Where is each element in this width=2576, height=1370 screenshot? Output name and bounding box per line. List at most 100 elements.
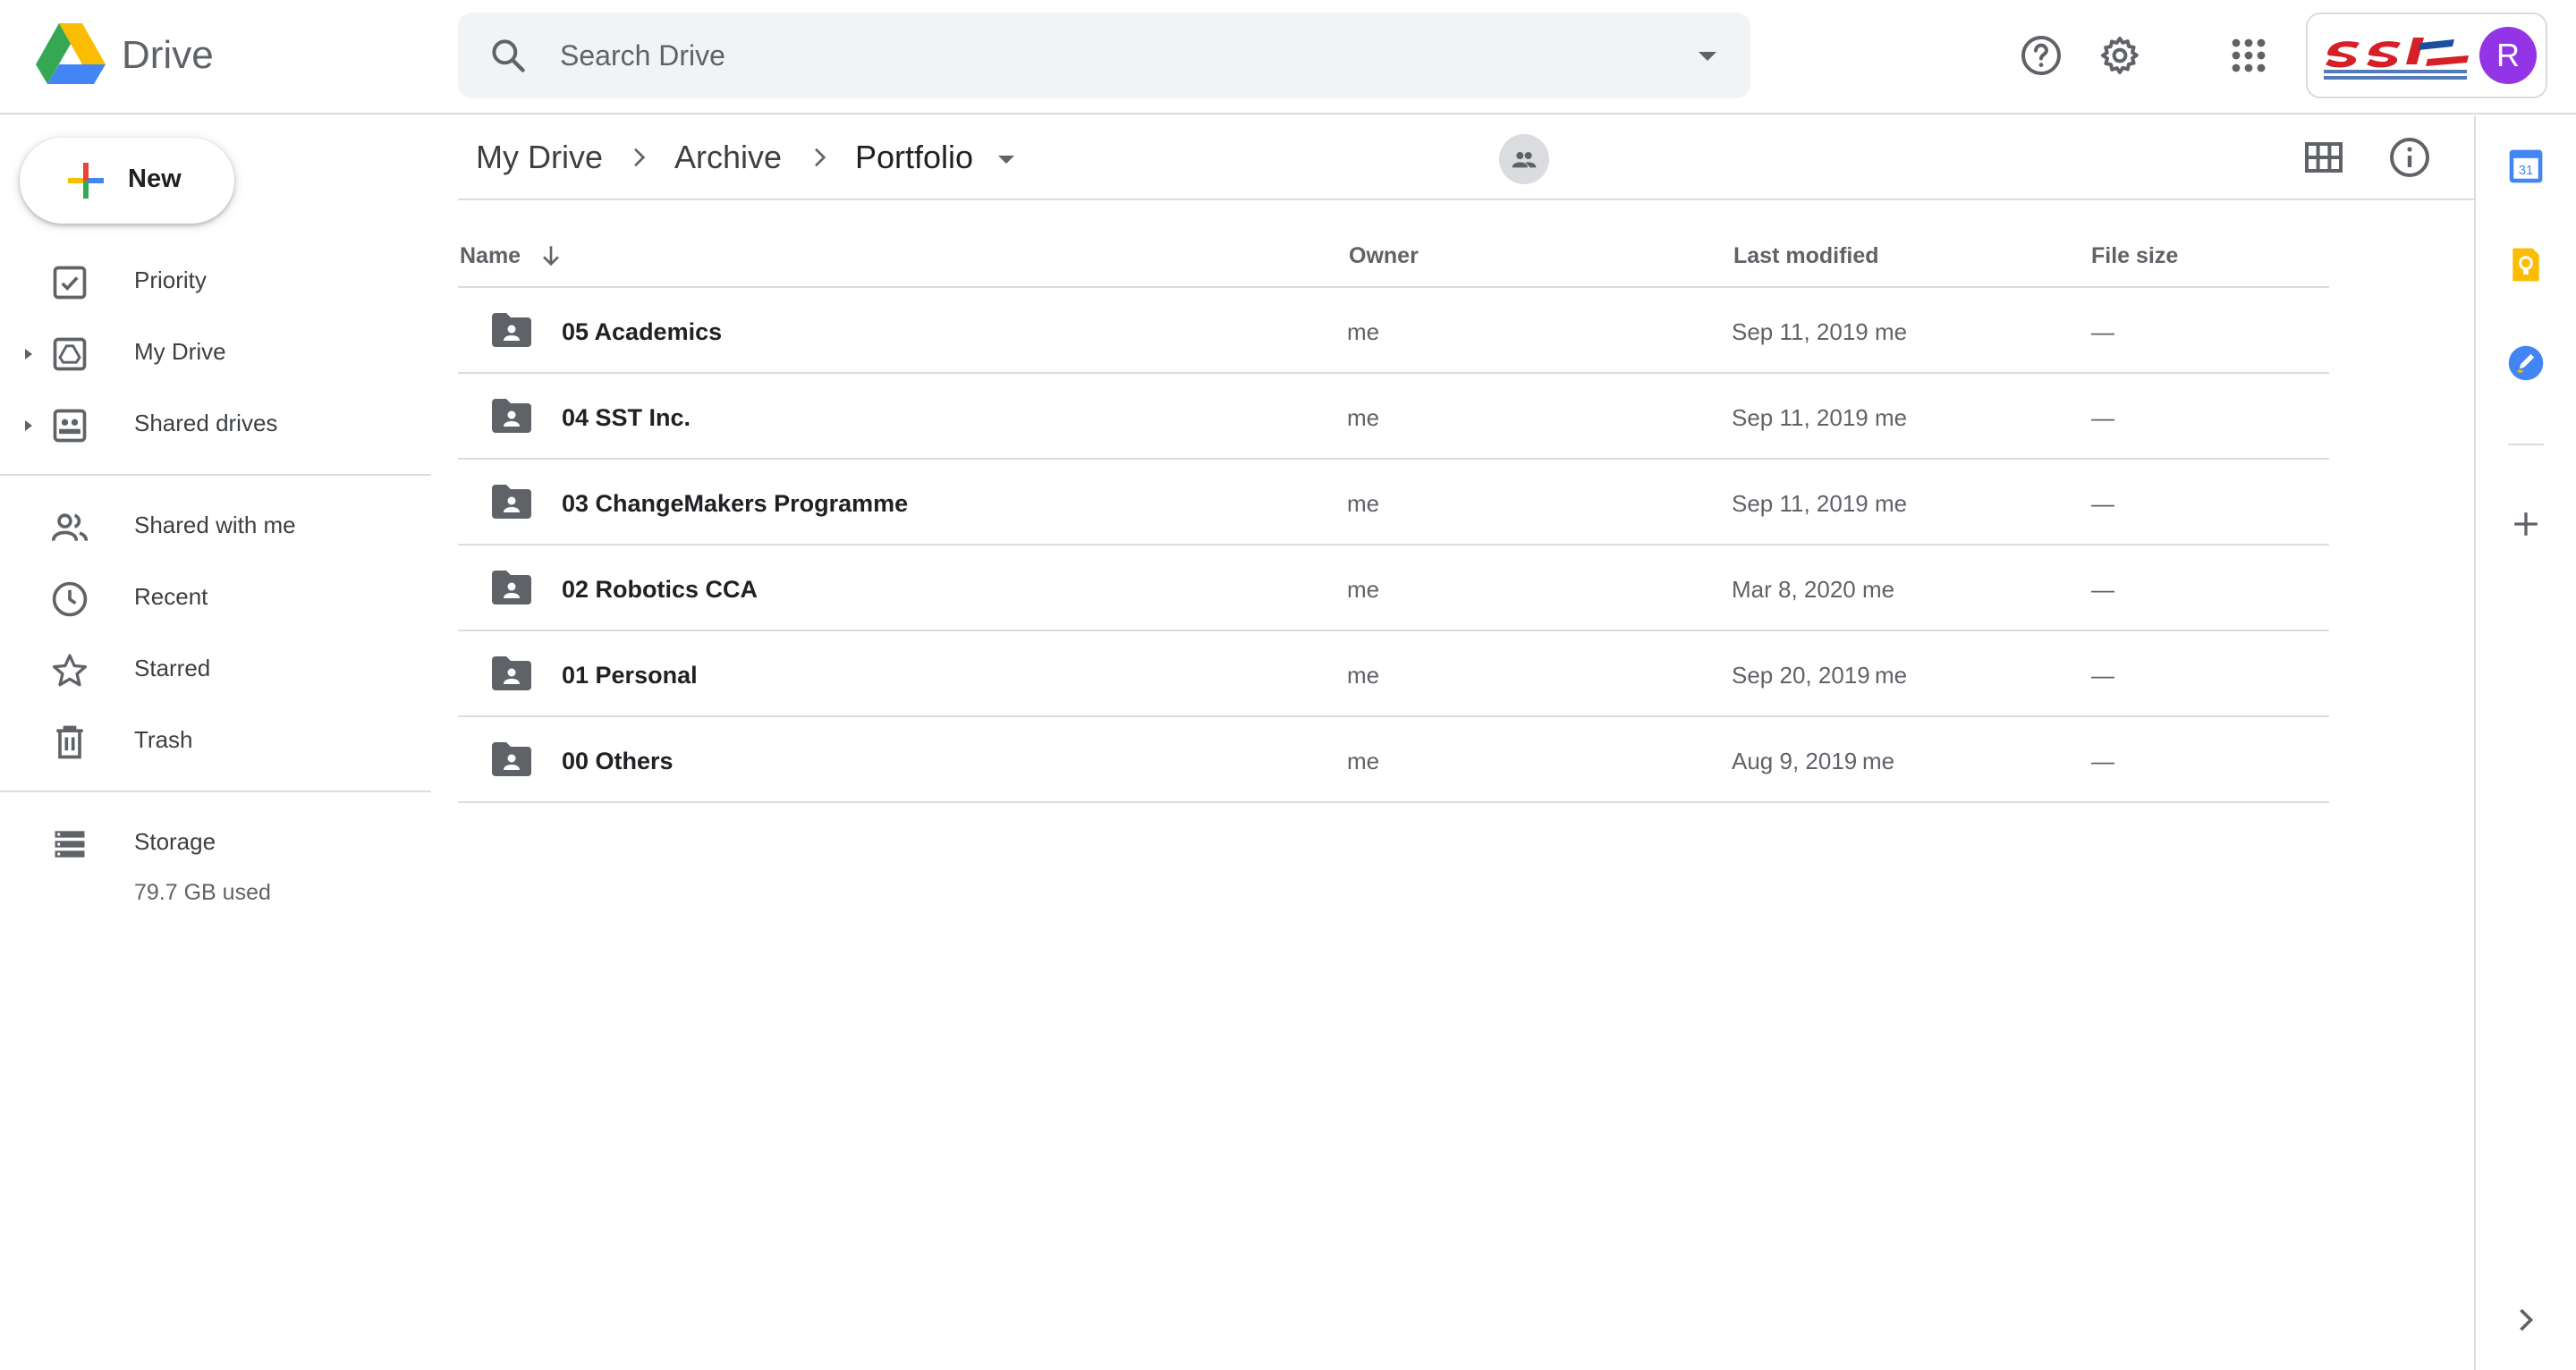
file-name: 05 Academics [562,318,723,345]
column-header-owner[interactable]: Owner [1349,243,1419,269]
file-modified-date: Sep 20, 2019 [1732,662,1870,689]
sidebar-item-shared-with-me[interactable]: Shared with me [0,490,431,562]
file-name: 01 Personal [562,662,698,689]
file-size: — [2091,748,2114,774]
file-name: 04 SST Inc. [562,404,691,431]
info-icon[interactable] [2388,136,2431,179]
sidebar-item-label: My Drive [134,338,226,365]
storage-used: 79.7 GB used [134,880,271,905]
file-modified-date: Sep 11, 2019 [1732,404,1868,431]
expand-arrow-icon[interactable] [20,343,38,365]
help-icon[interactable] [2020,34,2063,77]
sidebar-item-my-drive[interactable]: My Drive [0,317,431,388]
avatar[interactable]: R [2479,27,2537,84]
shared-folder-icon [492,485,531,519]
new-button-label: New [128,165,182,193]
file-name: 00 Others [562,748,674,774]
folder-menu-dropdown-icon[interactable] [991,148,1021,170]
file-size: — [2091,490,2114,517]
apps-icon[interactable] [2227,34,2270,77]
file-modified-by: me [1862,748,1895,774]
file-modified-by: me [1875,404,1908,431]
sidebar-item-label: Recent [134,583,208,610]
file-owner: me [1347,748,1380,774]
app-title[interactable]: Drive [122,30,214,80]
top-bar: Drive Search Drive R [0,0,2576,114]
shared-folder-badge[interactable] [1499,134,1549,184]
trash-icon [56,725,83,759]
breadcrumb: My Drive Archive Portfolio [458,116,2476,200]
search-bar[interactable] [458,13,1750,98]
sidebar-item-label: Shared drives [134,410,278,436]
keep-icon[interactable] [2506,245,2546,284]
file-owner: me [1347,576,1380,603]
sidebar-item-shared-drives[interactable]: Shared drives [0,388,431,460]
side-panel-divider [2508,444,2544,445]
table-row[interactable]: 01 Personal me Sep 20, 2019 me — [458,631,2329,717]
file-modified-date: Sep 11, 2019 [1732,318,1868,345]
file-size: — [2091,318,2114,345]
sidebar-item-label: Priority [134,266,207,293]
priority-icon [53,266,87,300]
table-row[interactable]: 03 ChangeMakers Programme me Sep 11, 201… [458,460,2329,545]
main-content: My Drive Archive Portfolio Name Owner La… [458,116,2476,1370]
table-row[interactable]: 00 Others me Aug 9, 2019 me — [458,717,2329,803]
search-input[interactable] [560,32,1615,79]
sidebar-item-label: Trash [134,726,193,753]
side-panel: 31 [2474,116,2576,1370]
sidebar-item-storage[interactable]: Storage [0,807,431,878]
sidebar-item-label: Starred [134,655,211,681]
new-button[interactable]: New [20,138,234,224]
table-row[interactable]: 05 Academics me Sep 11, 2019 me — [458,288,2329,374]
storage-label: Storage [134,828,216,855]
file-size: — [2091,404,2114,431]
shared-drives-icon [53,409,87,443]
sidebar-item-label: Shared with me [134,512,296,538]
calendar-day: 31 [2519,164,2533,178]
chevron-right-icon [815,148,826,167]
file-modified-by: me [1875,662,1908,689]
sidebar-divider [0,474,431,476]
shared-folder-icon [492,742,531,776]
file-modified-date: Aug 9, 2019 [1732,748,1858,774]
clock-icon [52,581,88,617]
breadcrumb-current[interactable]: Portfolio [855,136,973,179]
shared-folder-icon [492,399,531,433]
star-icon [52,654,88,687]
expand-arrow-icon[interactable] [20,415,38,436]
sidebar-item-recent[interactable]: Recent [0,562,431,633]
table-header: Name Owner Last modified File size [458,224,2329,288]
grid-view-icon[interactable] [2302,136,2345,179]
calendar-icon[interactable]: 31 [2506,147,2546,186]
drive-logo-icon[interactable] [36,23,106,86]
file-modified-date: Mar 8, 2020 [1732,576,1856,603]
column-header-last-modified[interactable]: Last modified [1733,243,1879,269]
settings-icon[interactable] [2098,34,2141,77]
add-addon-icon[interactable] [2506,504,2546,544]
search-options-icon[interactable] [1690,43,1725,70]
sort-arrow-icon[interactable] [537,240,565,272]
shared-folder-icon [492,656,531,690]
sidebar: New Priority My Drive Shared drives Shar… [0,116,431,1370]
file-modified-by: me [1875,490,1908,517]
sidebar-item-priority[interactable]: Priority [0,245,431,317]
expand-panel-icon[interactable] [2506,1300,2546,1340]
column-header-name[interactable]: Name [460,243,521,269]
breadcrumb-item[interactable]: Archive [674,136,782,179]
column-header-file-size[interactable]: File size [2091,243,2178,269]
file-name: 02 Robotics CCA [562,576,758,603]
file-name: 03 ChangeMakers Programme [562,490,909,517]
account-switcher[interactable]: R [2306,13,2547,98]
sidebar-item-trash[interactable]: Trash [0,705,431,776]
breadcrumb-item[interactable]: My Drive [476,136,603,179]
tasks-icon[interactable] [2506,343,2546,383]
sidebar-divider [0,791,431,792]
search-icon[interactable] [488,36,528,75]
table-row[interactable]: 04 SST Inc. me Sep 11, 2019 me — [458,374,2329,460]
file-size: — [2091,662,2114,689]
file-modified-by: me [1875,318,1908,345]
shared-folder-icon [492,571,531,605]
my-drive-icon [53,337,87,371]
table-row[interactable]: 02 Robotics CCA me Mar 8, 2020 me — [458,545,2329,631]
sidebar-item-starred[interactable]: Starred [0,633,431,705]
